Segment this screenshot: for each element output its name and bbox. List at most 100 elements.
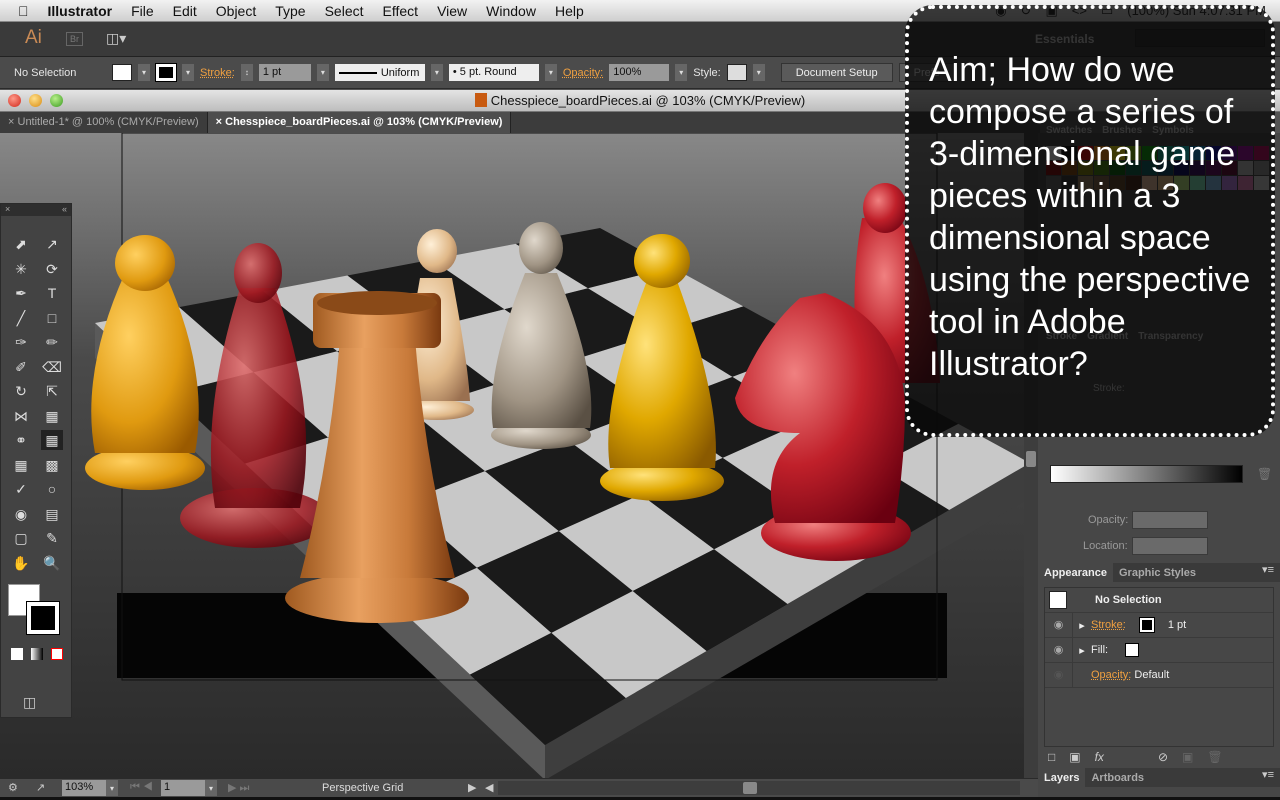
symbol-sprayer-tool-icon[interactable]: ◉ (10, 504, 32, 524)
swatch[interactable] (1238, 146, 1253, 160)
chevron-down-icon[interactable]: ▾ (106, 780, 118, 796)
panel-menu-icon[interactable]: ▾≡ (1262, 563, 1274, 582)
swatch[interactable] (1126, 176, 1141, 190)
zoom-input[interactable]: 103% (62, 780, 106, 796)
swatch[interactable] (1110, 176, 1125, 190)
tab-symbols[interactable]: Symbols (1152, 125, 1194, 136)
expand-triangle-icon[interactable]: ▸ (1073, 619, 1091, 632)
fx-icon[interactable]: fx (1095, 750, 1104, 764)
zoom-window-button[interactable] (50, 94, 63, 107)
share-icon[interactable]: ↗ (36, 781, 45, 794)
swatch[interactable] (1254, 161, 1269, 175)
swatch[interactable] (1174, 146, 1189, 160)
swatch[interactable] (1206, 176, 1221, 190)
swatch[interactable] (1142, 146, 1157, 160)
add-stroke-icon[interactable]: □ (1048, 750, 1055, 764)
expand-triangle-icon[interactable]: ▸ (1073, 644, 1091, 657)
gradient-slider[interactable] (1050, 465, 1243, 483)
horizontal-scrollbar[interactable] (498, 781, 1020, 795)
status-menu-arrow-icon[interactable]: ▶ (468, 781, 476, 794)
magic-wand-tool-icon[interactable]: ✳ (10, 259, 32, 279)
tab-layers[interactable]: Layers (1038, 768, 1086, 787)
menu-type[interactable]: Type (275, 3, 305, 19)
swatch[interactable] (1222, 146, 1237, 160)
current-tool-status[interactable]: Perspective Grid (322, 782, 403, 794)
duplicate-icon[interactable]: ▣ (1182, 750, 1193, 764)
close-icon[interactable]: × (8, 116, 14, 128)
swatch[interactable] (1190, 146, 1205, 160)
swatch[interactable] (1174, 176, 1189, 190)
swatch[interactable] (1046, 176, 1061, 190)
minimize-window-button[interactable] (29, 94, 42, 107)
fill-swatch[interactable] (1125, 643, 1139, 657)
swatch[interactable] (1078, 176, 1093, 190)
artboard-number-input[interactable]: 1 (161, 780, 205, 796)
swatch[interactable] (1094, 176, 1109, 190)
chevron-down-icon[interactable]: ▾ (430, 64, 443, 81)
scroll-thumb[interactable] (1026, 451, 1036, 467)
chevron-down-icon[interactable]: ▾ (138, 64, 150, 81)
scroll-left-icon[interactable]: ◀ (485, 781, 493, 794)
stroke-label[interactable]: Stroke: (200, 67, 235, 79)
swatch[interactable] (1222, 161, 1237, 175)
workspace-switcher[interactable]: Essentials (1035, 32, 1094, 46)
opacity-input[interactable]: 100% (609, 64, 670, 81)
search-input[interactable] (1135, 29, 1265, 47)
menu-help[interactable]: Help (555, 3, 584, 19)
menu-object[interactable]: Object (216, 3, 256, 19)
gradient-opacity-select[interactable] (1132, 511, 1208, 529)
preferences-button[interactable]: Prefe (898, 63, 955, 82)
tab-artboards[interactable]: Artboards (1085, 768, 1150, 787)
menu-file[interactable]: File (131, 3, 154, 19)
selection-tool-icon[interactable]: ⬈ (10, 234, 32, 254)
swatch[interactable] (1190, 161, 1205, 175)
tab-swatches[interactable]: Swatches (1046, 125, 1092, 136)
color-mode-button[interactable] (11, 648, 23, 660)
graph-tool-icon[interactable]: ▤ (41, 504, 63, 524)
none-mode-button[interactable] (51, 648, 63, 660)
blend-tool-icon[interactable]: ○ (41, 479, 63, 499)
gradient-tool-icon[interactable]: ▩ (41, 455, 63, 475)
swatch[interactable] (1174, 161, 1189, 175)
opacity-label[interactable]: Opacity: (563, 67, 603, 79)
eye-icon[interactable]: ◉ (1045, 638, 1073, 662)
display-icon[interactable]: ▭ (1101, 3, 1113, 19)
first-artboard-icon[interactable]: ⏮ ◀ (130, 781, 153, 794)
swatch[interactable] (1110, 161, 1125, 175)
eraser-tool-icon[interactable]: ⌫ (41, 357, 63, 377)
variable-width-profile[interactable]: Uniform (334, 64, 425, 81)
settings-icon[interactable]: ⚙ (8, 781, 18, 794)
swatch[interactable] (1046, 146, 1061, 160)
swatch[interactable] (1254, 146, 1269, 160)
stroke-weight[interactable]: 1 pt (1168, 619, 1186, 631)
scroll-thumb[interactable] (743, 782, 757, 794)
swatch[interactable] (1158, 161, 1173, 175)
free-transform-tool-icon[interactable]: ▦ (41, 406, 63, 426)
swatch[interactable] (1142, 161, 1157, 175)
stroke-swatch[interactable] (1138, 617, 1155, 633)
chevron-down-icon[interactable]: ▾ (205, 780, 217, 796)
stroke-color-box[interactable] (26, 601, 60, 635)
spaces-icon[interactable]: ▣ (1045, 3, 1057, 19)
hand-tool-icon[interactable]: ✋ (10, 553, 32, 573)
chevron-down-icon[interactable]: ▾ (316, 64, 329, 81)
pencil-tool-icon[interactable]: ✏ (41, 332, 63, 352)
chevron-down-icon[interactable]: ▾ (752, 64, 765, 81)
menu-window[interactable]: Window (486, 3, 536, 19)
direct-selection-tool-icon[interactable]: ↗ (41, 234, 63, 254)
swatch[interactable] (1190, 176, 1205, 190)
swatch[interactable] (1094, 161, 1109, 175)
tab-gradient[interactable]: Gradient (1087, 331, 1128, 342)
stroke-link[interactable]: Stroke: (1091, 619, 1126, 631)
tab-stroke[interactable]: Stroke (1046, 331, 1077, 342)
eye-icon[interactable]: ◉ (1045, 613, 1073, 637)
mesh-tool-icon[interactable]: ▦ (10, 455, 32, 475)
style-swatch[interactable] (726, 64, 747, 81)
last-artboard-icon[interactable]: ▶ ⏭ (228, 781, 249, 795)
scale-tool-icon[interactable]: ⇱ (41, 381, 63, 401)
swatch[interactable] (1158, 176, 1173, 190)
line-tool-icon[interactable]: ╱ (10, 308, 32, 328)
swatch[interactable] (1206, 161, 1221, 175)
code-icon[interactable]: <> (1072, 3, 1087, 19)
close-window-button[interactable] (8, 94, 21, 107)
